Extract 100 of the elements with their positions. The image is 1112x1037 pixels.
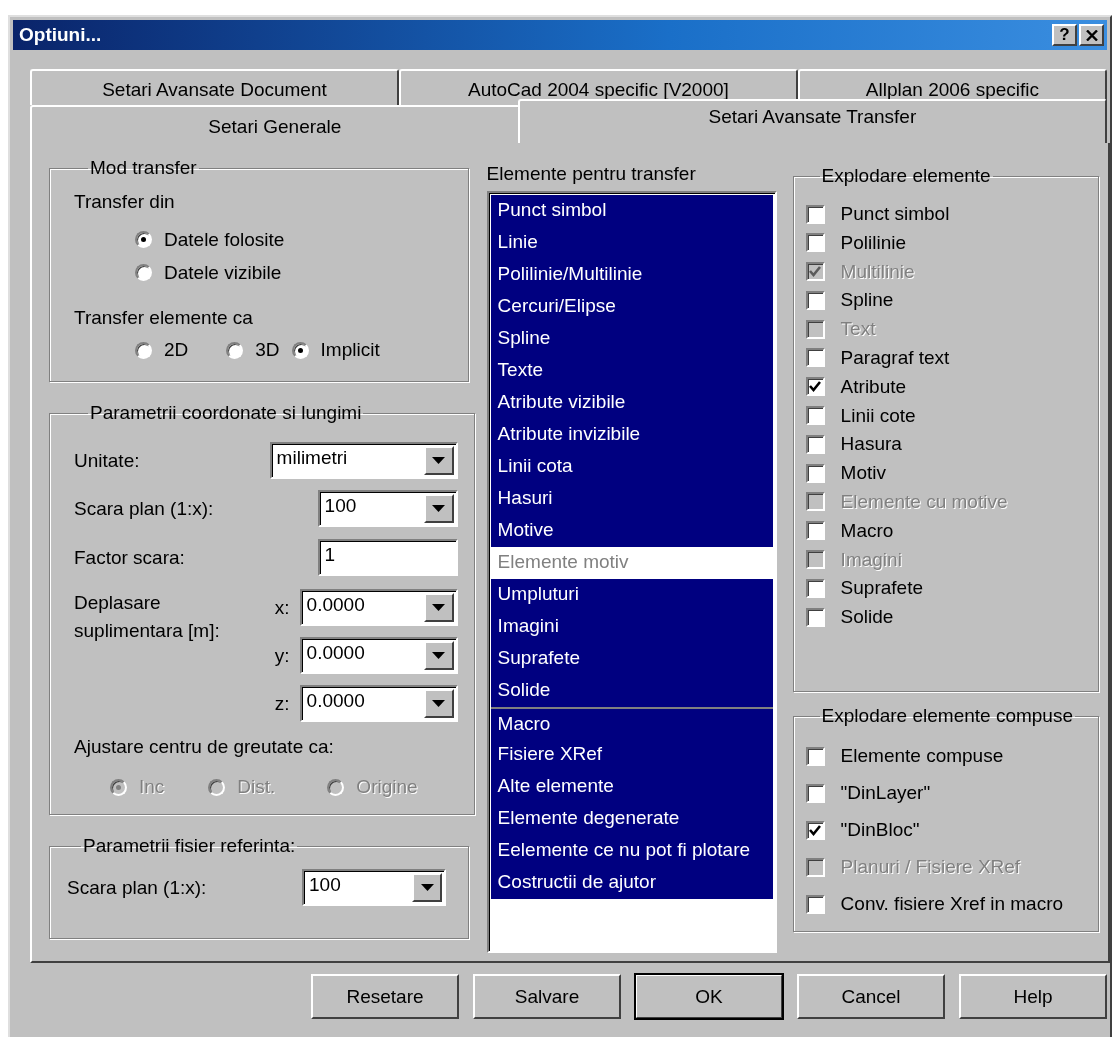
field-label: Scara plan (1:x): bbox=[67, 876, 207, 899]
list-item[interactable]: Spline bbox=[490, 323, 773, 355]
radio-label: Datele folosite bbox=[164, 228, 285, 251]
dialog-button[interactable]: Help bbox=[959, 974, 1107, 1019]
radio-label: Datele vizibile bbox=[164, 261, 282, 284]
radio-label: Implicit bbox=[320, 339, 380, 361]
group-title: Explodare elemente bbox=[820, 165, 992, 187]
checkbox-label: Text bbox=[840, 318, 876, 341]
checkbox-label: Polilinie bbox=[840, 231, 907, 254]
close-icon bbox=[1085, 29, 1098, 41]
field-label: Transfer din bbox=[74, 191, 176, 213]
checkbox-label: Paragraf text bbox=[840, 347, 950, 369]
list-title: Elemente pentru transfer bbox=[486, 163, 697, 185]
checkbox[interactable] bbox=[805, 406, 825, 426]
checkbox[interactable] bbox=[805, 783, 825, 803]
list-item[interactable]: Cercuri/Elipse bbox=[490, 291, 773, 323]
checkbox-label: Atribute bbox=[840, 375, 907, 398]
field-label: y: bbox=[274, 644, 290, 667]
checkbox[interactable] bbox=[805, 578, 825, 598]
tab[interactable]: Setari Generale bbox=[30, 105, 520, 143]
caret-icon bbox=[432, 700, 446, 707]
checkbox-label: Spline bbox=[840, 289, 894, 312]
checkbox[interactable] bbox=[805, 434, 825, 454]
checkbox-label: Elemente cu motive bbox=[840, 490, 1008, 513]
list-item[interactable]: Costructii de ajutor bbox=[490, 867, 773, 899]
list-item[interactable]: Linii cota bbox=[490, 451, 773, 483]
field-label: Factor scara: bbox=[74, 546, 185, 569]
checkbox[interactable] bbox=[805, 521, 825, 541]
window-title: Optiuni... bbox=[19, 24, 103, 46]
tab[interactable]: Setari Avansate Transfer bbox=[517, 99, 1107, 143]
checkbox[interactable] bbox=[805, 348, 825, 368]
caret-icon bbox=[432, 652, 446, 659]
checkbox[interactable] bbox=[805, 233, 825, 253]
list-box[interactable] bbox=[486, 191, 777, 953]
dialog-button[interactable]: OK bbox=[635, 974, 783, 1019]
field-label: Transfer elemente ca bbox=[74, 307, 254, 329]
checkbox[interactable] bbox=[805, 820, 825, 840]
field-label: Ajustare centru de greutate ca: bbox=[74, 736, 335, 758]
help-button[interactable]: ? bbox=[1052, 24, 1077, 46]
checkbox-label: "DinBloc" bbox=[840, 819, 920, 841]
list-item[interactable]: Hasuri bbox=[490, 483, 773, 515]
checkbox[interactable] bbox=[805, 204, 825, 224]
field-label: Scara plan (1:x): bbox=[74, 497, 214, 520]
list-item[interactable]: Texte bbox=[490, 355, 773, 387]
checkbox-label: Suprafete bbox=[840, 577, 923, 600]
list-item[interactable]: Atribute vizibile bbox=[490, 387, 773, 419]
checkbox[interactable] bbox=[805, 463, 825, 483]
caret-icon bbox=[432, 505, 446, 512]
list-item[interactable]: Elemente degenerate bbox=[490, 803, 773, 835]
dropdown[interactable]: 100 bbox=[302, 869, 446, 906]
input-field[interactable]: 1 bbox=[317, 539, 458, 576]
radio-button[interactable] bbox=[135, 231, 152, 248]
checkbox-label: Solide bbox=[840, 606, 894, 629]
radio-button[interactable] bbox=[135, 341, 152, 359]
radio-button[interactable] bbox=[226, 341, 244, 359]
group-title: Mod transfer bbox=[89, 157, 198, 179]
list-item[interactable]: Macro bbox=[490, 707, 773, 739]
dialog-button[interactable]: Resetare bbox=[311, 974, 459, 1019]
checkbox[interactable] bbox=[805, 607, 825, 627]
field-label: Unitate: bbox=[74, 449, 140, 472]
radio-label: Origine bbox=[356, 776, 418, 798]
tab[interactable]: Setari Avansate Document bbox=[30, 69, 399, 105]
list-item[interactable]: Linie bbox=[490, 227, 773, 259]
dropdown[interactable]: 0.0000 bbox=[299, 589, 458, 626]
list-item[interactable]: Imagini bbox=[490, 611, 773, 643]
radio-button[interactable] bbox=[135, 264, 152, 281]
list-item[interactable]: Fisiere XRef bbox=[490, 739, 773, 771]
dialog-button[interactable]: Cancel bbox=[797, 974, 945, 1019]
radio-label: Dist. bbox=[237, 776, 276, 798]
field-label: x: bbox=[274, 596, 290, 619]
dialog-button[interactable]: Salvare bbox=[473, 974, 621, 1019]
checkbox-label: Punct simbol bbox=[840, 203, 950, 225]
dropdown[interactable]: 0.0000 bbox=[299, 637, 458, 674]
list-item[interactable]: Polilinie/Multilinie bbox=[490, 259, 773, 291]
checkbox-label: Imagini bbox=[840, 548, 902, 571]
field-label: Deplasare suplimentara [m]: bbox=[74, 591, 221, 643]
dropdown[interactable]: milimetri bbox=[269, 442, 458, 479]
list-item[interactable]: Eelemente ce nu pot fi plotare bbox=[490, 835, 773, 867]
checkbox-label: Motiv bbox=[840, 462, 886, 485]
list-item[interactable]: Alte elemente bbox=[490, 771, 773, 803]
close-button[interactable] bbox=[1079, 24, 1104, 46]
list-item[interactable]: Suprafete bbox=[490, 643, 773, 675]
list-item[interactable]: Umpluturi bbox=[490, 579, 773, 611]
checkbox[interactable] bbox=[805, 894, 825, 914]
list-item[interactable]: Motive bbox=[490, 515, 773, 547]
radio-button[interactable] bbox=[291, 341, 309, 359]
radio-label: 2D bbox=[164, 339, 189, 361]
checkbox[interactable] bbox=[805, 290, 825, 310]
dropdown[interactable]: 0.0000 bbox=[299, 685, 458, 722]
checkbox-label: Planuri / Fisiere XRef bbox=[840, 856, 1021, 878]
list-item[interactable]: Punct simbol bbox=[490, 195, 773, 227]
checkbox[interactable] bbox=[805, 746, 825, 766]
checkbox[interactable] bbox=[805, 377, 825, 397]
dropdown[interactable]: 100 bbox=[317, 490, 458, 527]
radio-label: 3D bbox=[255, 339, 280, 361]
list-item[interactable]: Solide bbox=[490, 675, 773, 707]
caret-icon bbox=[432, 457, 446, 464]
group-title: Parametrii fisier referinta: bbox=[82, 835, 297, 857]
list-item[interactable]: Atribute invizibile bbox=[490, 419, 773, 451]
checkbox-label: "DinLayer" bbox=[840, 782, 931, 804]
